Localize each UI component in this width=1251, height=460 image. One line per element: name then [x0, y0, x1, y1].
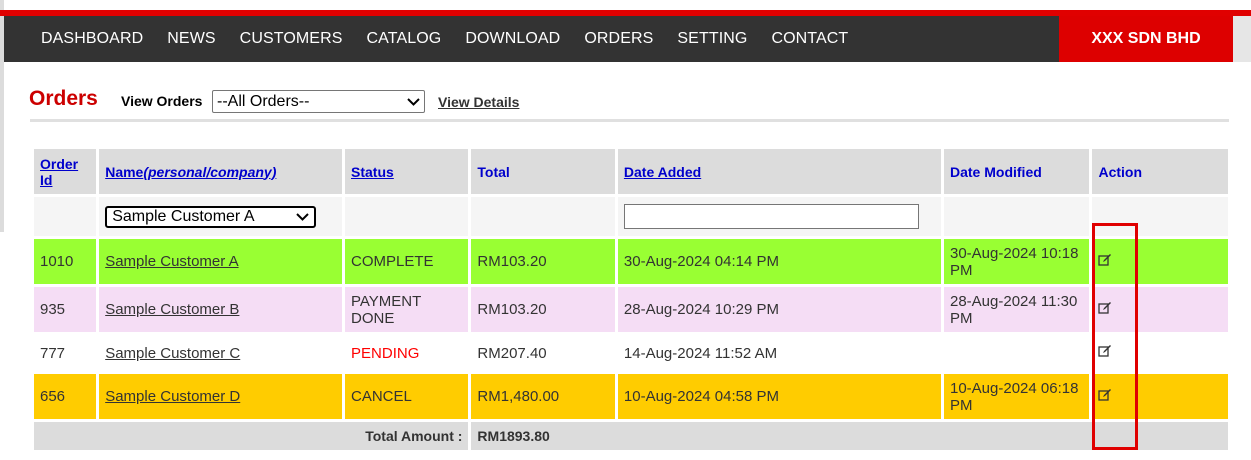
- customer-name-cell: Sample Customer A: [99, 239, 343, 284]
- filter-cell-name: Sample Customer A: [99, 197, 343, 236]
- view-orders-selected: --All Orders--: [217, 92, 310, 110]
- filter-cell-empty: [345, 197, 469, 236]
- date-added: 14-Aug-2024 11:52 AM: [617, 335, 941, 371]
- header-action: Action: [1092, 149, 1228, 194]
- order-id: 777: [34, 335, 97, 371]
- sort-order-id-link[interactable]: Order Id: [40, 156, 78, 188]
- filter-cell-empty: [471, 197, 615, 236]
- table-row: 935 Sample Customer B PAYMENT DONE RM103…: [34, 287, 1228, 332]
- nav-download[interactable]: DOWNLOAD: [465, 30, 560, 48]
- order-total: RM103.20: [471, 287, 615, 332]
- filter-cell-date: [617, 197, 941, 236]
- date-modified: 10-Aug-2024 06:18 PM: [944, 374, 1090, 419]
- date-added: 10-Aug-2024 04:58 PM: [617, 374, 941, 419]
- order-status: CANCEL: [345, 374, 469, 419]
- order-id: 935: [34, 287, 97, 332]
- order-total: RM103.20: [471, 239, 615, 284]
- sort-date-added-link[interactable]: Date Added: [624, 164, 701, 180]
- nav-menu: DASHBOARD NEWS CUSTOMERS CATALOG DOWNLOA…: [4, 16, 848, 62]
- date-added-filter-input[interactable]: [623, 204, 919, 229]
- nav-contact[interactable]: CONTACT: [771, 30, 848, 48]
- view-orders-label: View Orders: [121, 93, 203, 109]
- header-total: Total: [471, 149, 615, 194]
- customer-filter-selected: Sample Customer A: [112, 207, 255, 225]
- filter-cell-empty: [944, 197, 1090, 236]
- table-row: 1010 Sample Customer A COMPLETE RM103.20…: [34, 239, 1228, 284]
- brand-label: XXX SDN BHD: [1059, 16, 1233, 62]
- total-row: Total Amount : RM1893.80: [34, 422, 1228, 450]
- top-navbar: DASHBOARD NEWS CUSTOMERS CATALOG DOWNLOA…: [4, 16, 1251, 62]
- total-amount-label: Total Amount :: [34, 422, 469, 450]
- date-added: 30-Aug-2024 04:14 PM: [617, 239, 941, 284]
- customer-name-cell: Sample Customer D: [99, 374, 343, 419]
- header-name-label: Name: [105, 163, 144, 180]
- view-details-link[interactable]: View Details: [438, 94, 519, 110]
- chevron-down-icon: [296, 208, 309, 226]
- order-status: PAYMENT DONE: [345, 287, 469, 332]
- header-date-added[interactable]: Date Added: [617, 149, 941, 194]
- header-name[interactable]: Name(personal/company): [99, 149, 343, 194]
- order-status: COMPLETE: [345, 239, 469, 284]
- date-modified: 30-Aug-2024 10:18 PM: [944, 239, 1090, 284]
- date-modified: [944, 335, 1090, 371]
- customer-filter-select[interactable]: Sample Customer A: [105, 205, 317, 228]
- order-total: RM1,480.00: [471, 374, 615, 419]
- customer-name-cell: Sample Customer C: [99, 335, 343, 371]
- nav-news[interactable]: NEWS: [167, 30, 215, 48]
- nav-catalog[interactable]: CATALOG: [367, 30, 442, 48]
- order-total: RM207.40: [471, 335, 615, 371]
- table-row: 777 Sample Customer C PENDING RM207.40 1…: [34, 335, 1228, 371]
- page-title: Orders: [29, 87, 98, 110]
- right-edge: [1233, 16, 1251, 62]
- header-status[interactable]: Status: [345, 149, 469, 194]
- order-id: 656: [34, 374, 97, 419]
- customer-name-link[interactable]: Sample Customer A: [105, 253, 238, 270]
- sort-name-link[interactable]: Name(personal/company): [105, 164, 276, 180]
- filter-row: Sample Customer A: [34, 197, 1228, 236]
- title-divider: [30, 119, 1229, 122]
- customer-name-link[interactable]: Sample Customer B: [105, 301, 239, 318]
- sort-status-link[interactable]: Status: [351, 164, 394, 180]
- nav-setting[interactable]: SETTING: [677, 30, 747, 48]
- header-name-suffix: (personal/company): [143, 163, 277, 180]
- table-row: 656 Sample Customer D CANCEL RM1,480.00 …: [34, 374, 1228, 419]
- customer-name-cell: Sample Customer B: [99, 287, 343, 332]
- chevron-down-icon: [407, 95, 420, 109]
- view-orders-select[interactable]: --All Orders--: [212, 90, 425, 113]
- action-highlight-box: [1092, 223, 1138, 450]
- customer-name-link[interactable]: Sample Customer C: [105, 345, 240, 362]
- customer-name-link[interactable]: Sample Customer D: [105, 388, 240, 405]
- nav-orders[interactable]: ORDERS: [584, 30, 653, 48]
- date-modified: 28-Aug-2024 11:30 PM: [944, 287, 1090, 332]
- table-header-row: Order Id Name(personal/company) Status T…: [34, 149, 1228, 194]
- filter-cell-empty: [34, 197, 97, 236]
- nav-dashboard[interactable]: DASHBOARD: [41, 30, 143, 48]
- order-status: PENDING: [345, 335, 469, 371]
- nav-customers[interactable]: CUSTOMERS: [240, 30, 343, 48]
- date-added: 28-Aug-2024 10:29 PM: [617, 287, 941, 332]
- header-date-modified: Date Modified: [944, 149, 1090, 194]
- header-order-id[interactable]: Order Id: [34, 149, 97, 194]
- order-id: 1010: [34, 239, 97, 284]
- orders-table: Order Id Name(personal/company) Status T…: [31, 146, 1231, 453]
